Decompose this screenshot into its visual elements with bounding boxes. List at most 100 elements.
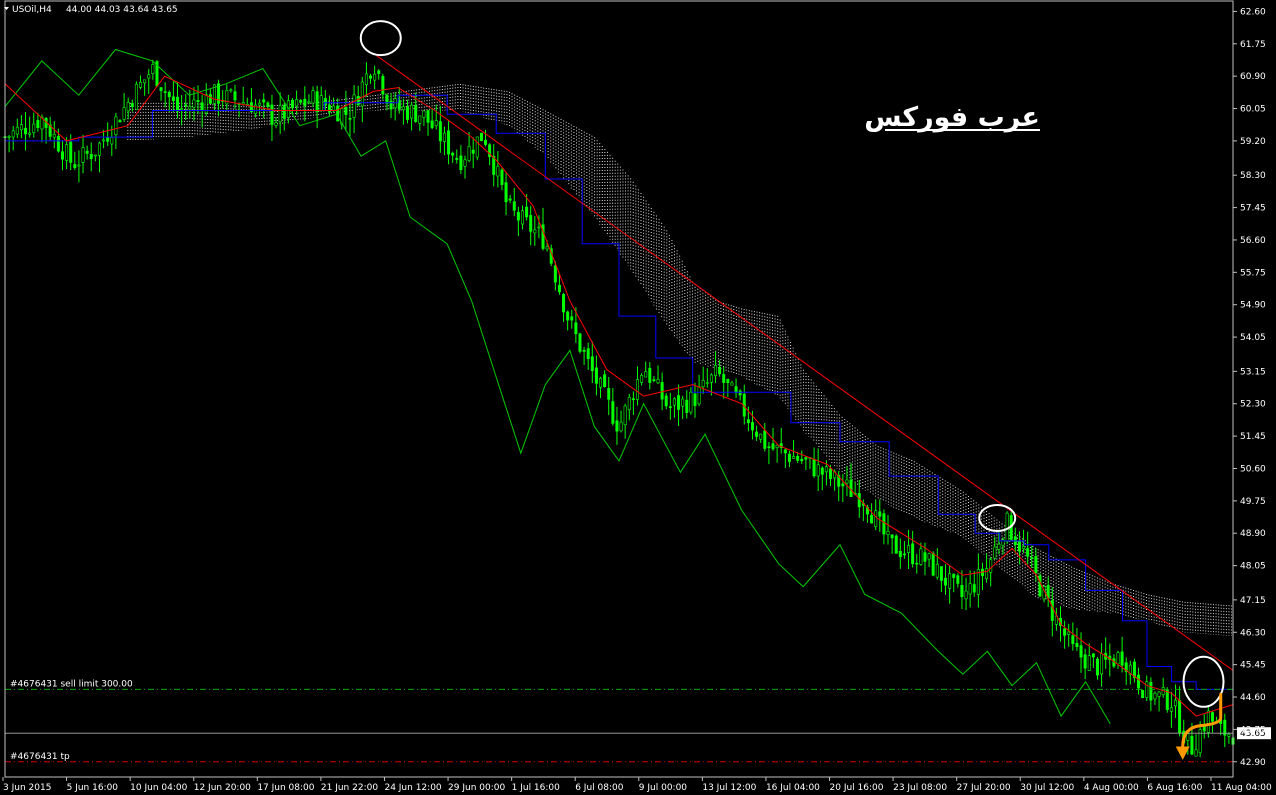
x-tick-label: 21 Jun 22:00 (321, 783, 378, 793)
y-tick-label: 59.20 (1240, 137, 1266, 147)
candle (775, 444, 779, 463)
candle (972, 570, 976, 597)
candle (290, 98, 294, 115)
symbol-label: USOil,H4 (12, 5, 52, 15)
candle (32, 112, 36, 138)
candle (804, 455, 808, 471)
candle (73, 151, 77, 171)
candle (159, 87, 163, 101)
y-tick-label: 48.05 (1240, 562, 1266, 572)
candle (787, 450, 791, 468)
candle (516, 206, 520, 237)
candle (249, 88, 253, 113)
candle (1153, 691, 1157, 705)
candle (783, 448, 787, 468)
candle (512, 188, 516, 217)
candle (1108, 643, 1112, 677)
y-tick-label: 56.60 (1240, 236, 1266, 246)
candle (167, 90, 171, 113)
y-tick-label: 46.30 (1240, 628, 1266, 638)
candle (401, 98, 405, 125)
candle (976, 553, 980, 608)
candle (418, 115, 422, 132)
candle (118, 119, 122, 123)
candle (697, 374, 701, 407)
candle (89, 142, 93, 172)
candle (241, 86, 245, 106)
candle (701, 366, 705, 394)
candle (1100, 643, 1104, 687)
candle (7, 134, 11, 153)
candle (369, 73, 373, 84)
candle (1161, 677, 1165, 698)
candle (1141, 689, 1145, 699)
candle (151, 59, 155, 80)
candle (48, 116, 52, 141)
y-tick-label: 51.45 (1240, 432, 1266, 442)
candle (590, 341, 594, 384)
candle (693, 382, 697, 418)
candle (812, 447, 816, 478)
y-tick-label: 60.05 (1240, 105, 1266, 115)
y-tick-label: 58.30 (1240, 171, 1266, 181)
candle (295, 90, 299, 116)
chart-canvas[interactable]: 43.65 62.6061.7560.9060.0559.2058.3057.4… (0, 0, 1276, 795)
candle (681, 395, 685, 420)
candle (1079, 632, 1083, 673)
candle (311, 86, 315, 108)
candle (262, 93, 266, 119)
candle (171, 81, 175, 113)
candle (689, 387, 693, 415)
candle (24, 112, 28, 151)
candle (648, 362, 652, 390)
trendline[interactable] (373, 52, 1234, 671)
candle (1157, 691, 1161, 712)
x-tick-label: 30 Jul 12:00 (1020, 783, 1074, 793)
candle (1194, 734, 1198, 757)
candle (1050, 587, 1054, 637)
candle (898, 538, 902, 569)
y-tick-label: 48.90 (1240, 529, 1266, 539)
candle (931, 551, 935, 577)
candle (442, 126, 446, 156)
candle (911, 531, 915, 568)
candle (993, 536, 997, 560)
candle (299, 98, 303, 105)
candle (319, 86, 323, 112)
candle (738, 389, 742, 401)
candle (915, 553, 919, 574)
candle (816, 448, 820, 492)
candle (344, 90, 348, 130)
sell-limit-label: #4676431 sell limit 300.00 (10, 679, 133, 689)
candle (944, 564, 948, 595)
candle (410, 101, 414, 131)
candle (85, 145, 89, 160)
candle (960, 570, 964, 609)
candle (582, 346, 586, 365)
y-tick-label: 62.60 (1240, 7, 1266, 17)
candle (1083, 648, 1087, 680)
y-tick-label: 60.90 (1240, 72, 1266, 82)
candle (385, 93, 389, 111)
candle (705, 368, 709, 388)
candle (114, 112, 118, 149)
candle (1223, 713, 1227, 748)
y-tick-label: 53.15 (1240, 367, 1266, 377)
candle (426, 110, 430, 136)
candle (722, 366, 726, 399)
candle (820, 466, 824, 491)
candle (278, 92, 282, 134)
candle (902, 541, 906, 559)
candle (93, 154, 97, 162)
x-tick-label: 9 Jul 00:00 (639, 783, 688, 793)
candle (373, 65, 377, 90)
candle (734, 378, 738, 398)
candle (607, 377, 611, 416)
candle (619, 410, 623, 433)
candle (414, 92, 418, 123)
candle (964, 577, 968, 611)
candle (463, 155, 467, 179)
candle (755, 425, 759, 441)
candle (520, 205, 524, 230)
candle (471, 137, 475, 169)
